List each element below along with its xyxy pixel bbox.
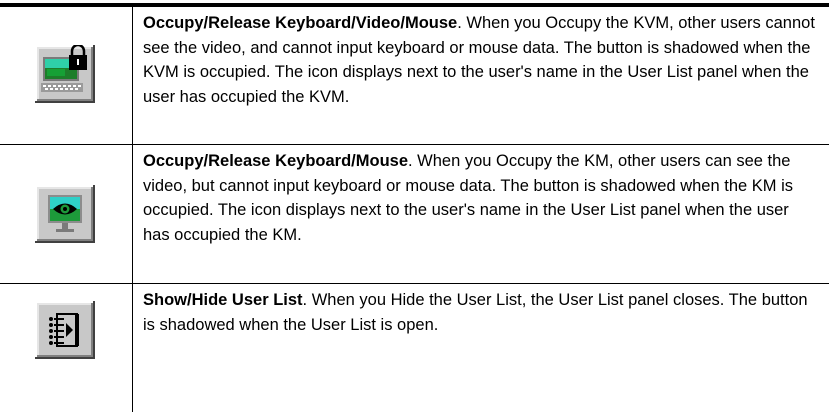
table-row: Occupy/Release Keyboard/Video/Mouse. Whe… [0, 7, 829, 145]
feature-title: Occupy/Release Keyboard/Mouse [143, 152, 409, 170]
table-row: Occupy/Release Keyboard/Mouse. When you … [0, 145, 829, 284]
icon-cell [0, 145, 133, 283]
occupy-kvm-icon [35, 45, 95, 103]
feature-title: Occupy/Release Keyboard/Video/Mouse [143, 14, 458, 32]
icon-cell [0, 284, 133, 412]
occupy-km-icon [35, 185, 95, 243]
description-cell: Occupy/Release Keyboard/Mouse. When you … [133, 145, 829, 283]
user-list-icon [35, 301, 95, 359]
feature-title: Show/Hide User List [143, 291, 303, 309]
document-page: Occupy/Release Keyboard/Video/Mouse. Whe… [0, 0, 829, 416]
button-description-table: Occupy/Release Keyboard/Video/Mouse. Whe… [0, 3, 829, 412]
description-cell: Occupy/Release Keyboard/Video/Mouse. Whe… [133, 7, 829, 144]
description-cell: Show/Hide User List. When you Hide the U… [133, 284, 829, 412]
icon-cell [0, 7, 133, 144]
table-row: Show/Hide User List. When you Hide the U… [0, 284, 829, 412]
